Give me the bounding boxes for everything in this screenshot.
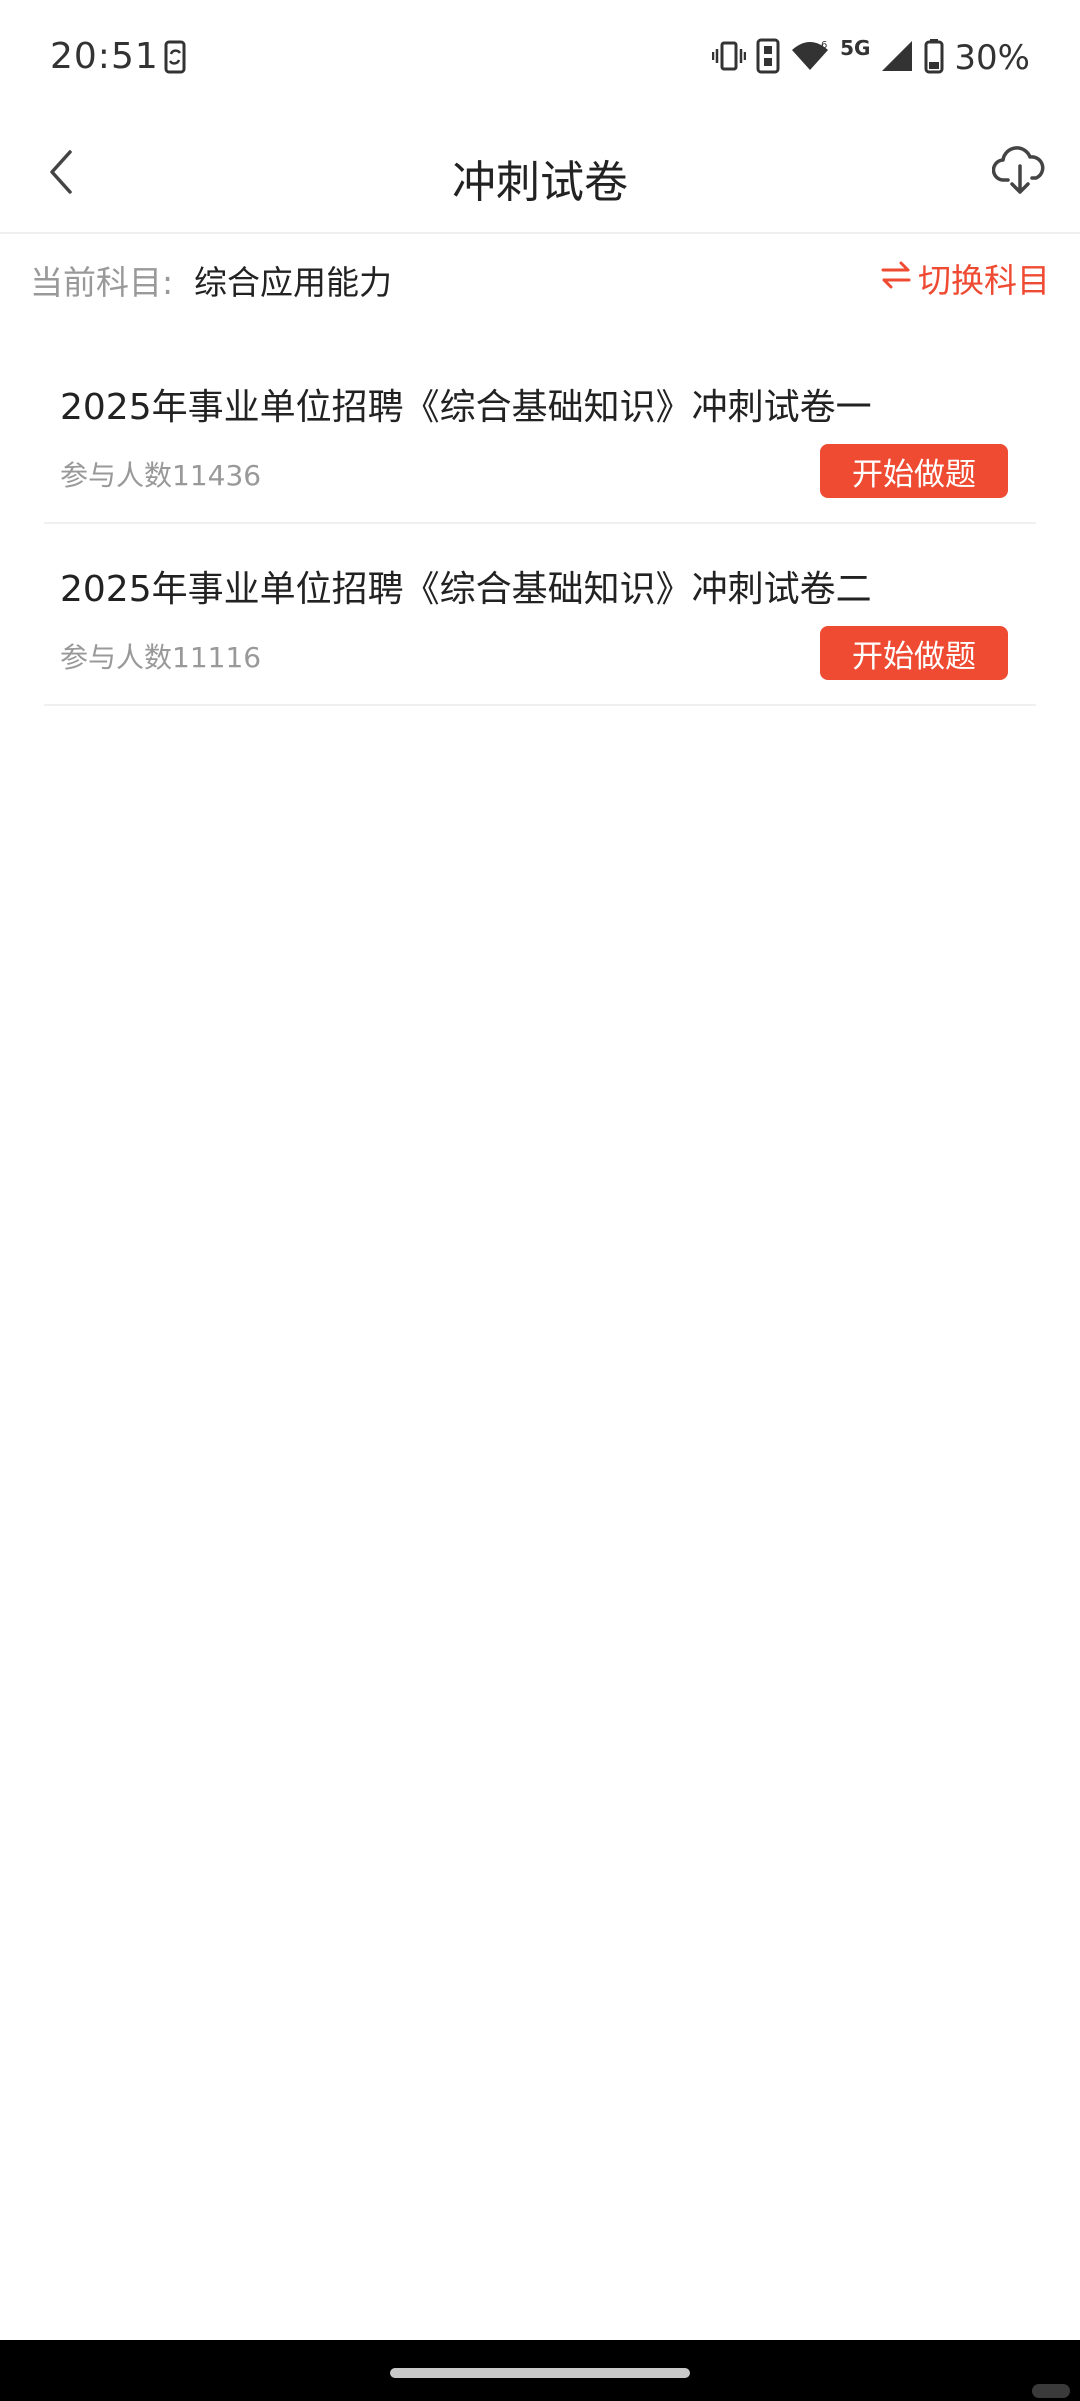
- app-header: 冲刺试卷: [0, 120, 1080, 234]
- paper-list: 2025年事业单位招聘《综合基础知识》冲刺试卷一 参与人数11436 开始做题 …: [44, 342, 1036, 706]
- subject-label: 当前科目:: [30, 263, 174, 302]
- status-icons: 6 5G 30%: [711, 36, 1030, 80]
- signal-icon: [880, 39, 914, 77]
- system-nav-bar: [0, 2340, 1080, 2401]
- cloud-download-icon: [991, 144, 1048, 200]
- screen: 20:51 6 5G 30% 冲刺试卷 当前科目: 综合应用能力 切换科目 20…: [0, 0, 1080, 2401]
- svg-text:6: 6: [821, 40, 827, 51]
- network-type: 5G: [840, 36, 871, 60]
- paper-title: 2025年事业单位招聘《综合基础知识》冲刺试卷二: [60, 569, 872, 610]
- volte-icon: [756, 38, 780, 78]
- list-item[interactable]: 2025年事业单位招聘《综合基础知识》冲刺试卷二 参与人数11116 开始做题: [44, 524, 1036, 706]
- subject-value: 综合应用能力: [194, 263, 392, 302]
- wifi-icon: 6: [790, 38, 830, 78]
- switch-subject-label: 切换科目: [918, 261, 1050, 300]
- status-bar: 20:51 6 5G 30%: [0, 0, 1080, 120]
- swap-arrows-icon: [880, 259, 912, 298]
- list-item[interactable]: 2025年事业单位招聘《综合基础知识》冲刺试卷一 参与人数11436 开始做题: [44, 342, 1036, 524]
- switch-subject-button[interactable]: 切换科目: [880, 254, 1050, 302]
- status-time: 20:51: [50, 36, 159, 77]
- vibrate-icon: [711, 39, 747, 77]
- battery-level: 30%: [954, 38, 1030, 78]
- subject-bar: 当前科目: 综合应用能力 切换科目: [0, 234, 1080, 320]
- start-exercise-button[interactable]: 开始做题: [820, 626, 1008, 680]
- participant-count: 参与人数11436: [60, 459, 262, 492]
- participant-count: 参与人数11116: [60, 641, 262, 674]
- phone-sync-icon: [162, 40, 192, 76]
- start-exercise-button[interactable]: 开始做题: [820, 444, 1008, 498]
- home-indicator[interactable]: [390, 2368, 690, 2378]
- corner-badge: [1032, 2384, 1070, 2398]
- page-title: 冲刺试卷: [452, 157, 628, 208]
- download-button[interactable]: [988, 140, 1052, 204]
- paper-title: 2025年事业单位招聘《综合基础知识》冲刺试卷一: [60, 387, 872, 428]
- battery-icon: [924, 38, 944, 78]
